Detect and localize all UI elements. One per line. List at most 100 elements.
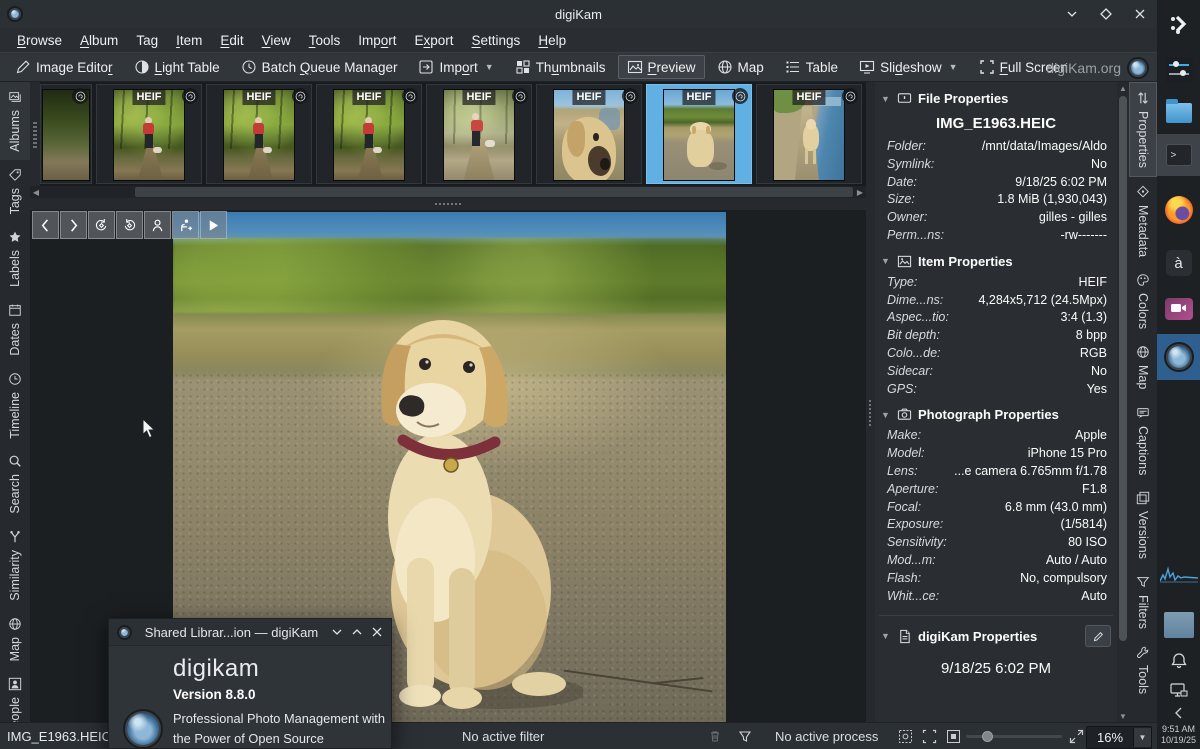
rotate-overlay-icon[interactable] (842, 88, 858, 104)
dock-peek-icon[interactable] (1157, 8, 1200, 40)
right-tab-map[interactable]: Map (1129, 337, 1157, 397)
previous-image-button[interactable] (32, 211, 59, 239)
properties-scrollbar[interactable]: ▲ ▼ (1117, 82, 1129, 722)
menu-tag[interactable]: Tag (127, 31, 167, 50)
thumbnail-item-selected[interactable]: HEIF (646, 84, 752, 184)
dock-char-app-icon[interactable]: à (1157, 244, 1200, 282)
dock-clock[interactable]: 9:51 AM 10/19/25 (1157, 724, 1200, 746)
zoom-level-combobox[interactable]: 16% ▼ (1086, 726, 1152, 749)
thumbnail-item[interactable]: HEIF (206, 84, 312, 184)
right-tab-filters[interactable]: Filters (1129, 567, 1157, 637)
sidebar-tab-map[interactable]: Map (0, 609, 30, 669)
menu-help[interactable]: Help (529, 31, 575, 50)
dock-display-icon[interactable] (1157, 678, 1200, 704)
thumbnail-item[interactable]: HEIF (756, 84, 862, 184)
toolbar-thumbnails[interactable]: Thumbnails (506, 55, 615, 79)
section-header-item[interactable]: ▼Item Properties (875, 245, 1117, 274)
toolbar-table[interactable]: Table (776, 55, 847, 79)
zoom-slider[interactable] (966, 735, 1062, 738)
edit-properties-button[interactable] (1085, 625, 1111, 647)
toolbar-light-table[interactable]: Light Table (125, 55, 229, 79)
sidebar-tab-albums[interactable]: Albums (0, 82, 30, 160)
menu-settings[interactable]: Settings (463, 31, 530, 50)
right-tab-versions[interactable]: Versions (1129, 483, 1157, 567)
sidebar-tab-tags[interactable]: Tags (0, 160, 30, 222)
menu-view[interactable]: View (253, 31, 300, 50)
toolbar-map[interactable]: Map (708, 55, 773, 79)
rotate-overlay-icon[interactable] (72, 88, 88, 104)
vertical-splitter[interactable] (866, 82, 875, 722)
section-header-file[interactable]: ▼File Properties (875, 82, 1117, 111)
menu-edit[interactable]: Edit (211, 31, 252, 50)
dock-terminal-icon[interactable]: > (1157, 134, 1200, 176)
thumbnail-item[interactable]: HEIF (96, 84, 202, 184)
chevron-down-icon[interactable]: ▼ (485, 62, 494, 72)
scrollbar-thumb[interactable] (135, 187, 853, 197)
close-icon[interactable] (1133, 7, 1147, 21)
sidebar-tab-timeline[interactable]: Timeline (0, 364, 30, 447)
sidebar-tab-similarity[interactable]: Similarity (0, 522, 30, 609)
chevron-up-icon[interactable] (351, 626, 363, 638)
dock-screen-recorder-icon[interactable] (1157, 290, 1200, 328)
chevron-down-icon[interactable]: ▼ (949, 62, 958, 72)
rotate-overlay-icon[interactable] (732, 88, 748, 104)
horizontal-splitter[interactable] (30, 198, 866, 210)
chevron-down-icon[interactable]: ▼ (1133, 728, 1151, 747)
zoom-fit-select-icon[interactable] (898, 729, 913, 744)
collapse-arrow-icon[interactable]: ▼ (881, 256, 891, 266)
sidebar-tab-labels[interactable]: Labels (0, 222, 30, 295)
section-header-digikam[interactable]: ▼digiKam Properties (875, 616, 1117, 652)
minimize-icon[interactable] (1065, 7, 1079, 21)
thumbnail-item[interactable]: HEIF (316, 84, 422, 184)
titlebar[interactable]: digiKam (0, 0, 1157, 29)
dock-file-manager-icon[interactable] (1157, 96, 1200, 130)
dock-digikam-icon[interactable] (1157, 334, 1200, 380)
toolbar-batch-queue-manager[interactable]: Batch Queue Manager (232, 55, 407, 79)
show-face-tags-button[interactable] (144, 211, 171, 239)
dock-notifications-icon[interactable] (1157, 648, 1200, 674)
close-icon[interactable] (371, 626, 383, 638)
filter-funnel-icon[interactable] (738, 729, 752, 743)
rotate-overlay-icon[interactable] (512, 88, 528, 104)
rotate-left-button[interactable] (88, 211, 115, 239)
dock-system-monitor-widget[interactable] (1157, 560, 1200, 590)
menu-import[interactable]: Import (349, 31, 405, 50)
maximize-icon[interactable] (1099, 7, 1113, 21)
scroll-up-icon[interactable]: ▲ (1117, 82, 1129, 94)
scrollbar-thumb[interactable] (1119, 96, 1127, 641)
dialog-titlebar[interactable]: Shared Librar...ion — digiKam (109, 619, 391, 646)
digikam-org-link[interactable]: digiKam.org (1046, 60, 1121, 76)
menu-browse[interactable]: Browse (8, 31, 71, 50)
section-header-photo[interactable]: ▼Photograph Properties (875, 398, 1117, 427)
next-image-button[interactable] (60, 211, 87, 239)
sidebar-tab-search[interactable]: Search (0, 446, 30, 522)
menu-album[interactable]: Album (71, 31, 127, 50)
collapse-arrow-icon[interactable]: ▼ (881, 631, 891, 641)
toolbar-preview[interactable]: Preview (618, 55, 705, 79)
zoom-max-icon[interactable] (1069, 729, 1084, 744)
scroll-down-icon[interactable]: ▼ (1117, 710, 1129, 722)
zoom-100-icon[interactable] (946, 729, 961, 744)
rotate-right-button[interactable] (116, 211, 143, 239)
thumbnail-item[interactable]: HEIF (426, 84, 532, 184)
thumbnail-item[interactable] (40, 84, 92, 184)
collapse-arrow-icon[interactable]: ▼ (881, 410, 891, 420)
thumbnail-item[interactable]: HEIF (536, 84, 642, 184)
slideshow-button[interactable] (200, 211, 227, 239)
right-tab-captions[interactable]: Captions (1129, 398, 1157, 483)
chevron-down-icon[interactable] (331, 626, 343, 638)
scroll-left-icon[interactable]: ◀ (30, 186, 42, 198)
menu-export[interactable]: Export (405, 31, 462, 50)
right-tab-colors[interactable]: Colors (1129, 265, 1157, 337)
zoom-fit-window-icon[interactable] (922, 729, 937, 744)
rotate-overlay-icon[interactable] (182, 88, 198, 104)
toolbar-slideshow[interactable]: Slideshow▼ (850, 55, 966, 79)
add-face-tag-button[interactable] (172, 211, 199, 239)
scroll-right-icon[interactable]: ▶ (854, 186, 866, 198)
dock-firefox-icon[interactable] (1157, 190, 1200, 230)
zoom-slider-knob[interactable] (982, 731, 993, 742)
menu-tools[interactable]: Tools (300, 31, 350, 50)
right-tab-metadata[interactable]: Metadata (1129, 177, 1157, 265)
dock-color-widget[interactable] (1157, 608, 1200, 642)
dock-system-settings-icon[interactable] (1157, 52, 1200, 88)
